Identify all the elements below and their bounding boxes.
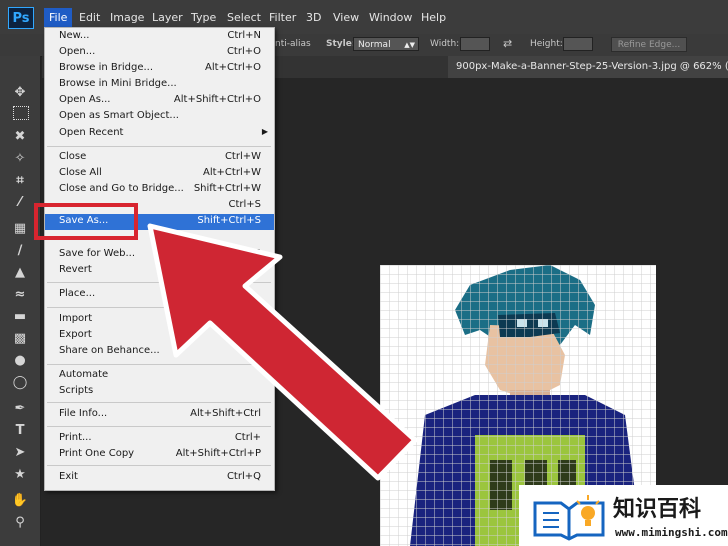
book-lightbulb-icon bbox=[533, 495, 605, 541]
annotation-arrow bbox=[147, 223, 418, 481]
watermark-url: www.mimingshi.com bbox=[615, 526, 728, 539]
photoshop-window: Ps File Edit Image Layer Type Select Fil… bbox=[0, 0, 728, 546]
watermark-title: 知识百科 bbox=[613, 497, 702, 522]
watermark: 知识百科 www.mimingshi.com bbox=[519, 485, 728, 546]
red-arrow-icon bbox=[147, 223, 418, 481]
